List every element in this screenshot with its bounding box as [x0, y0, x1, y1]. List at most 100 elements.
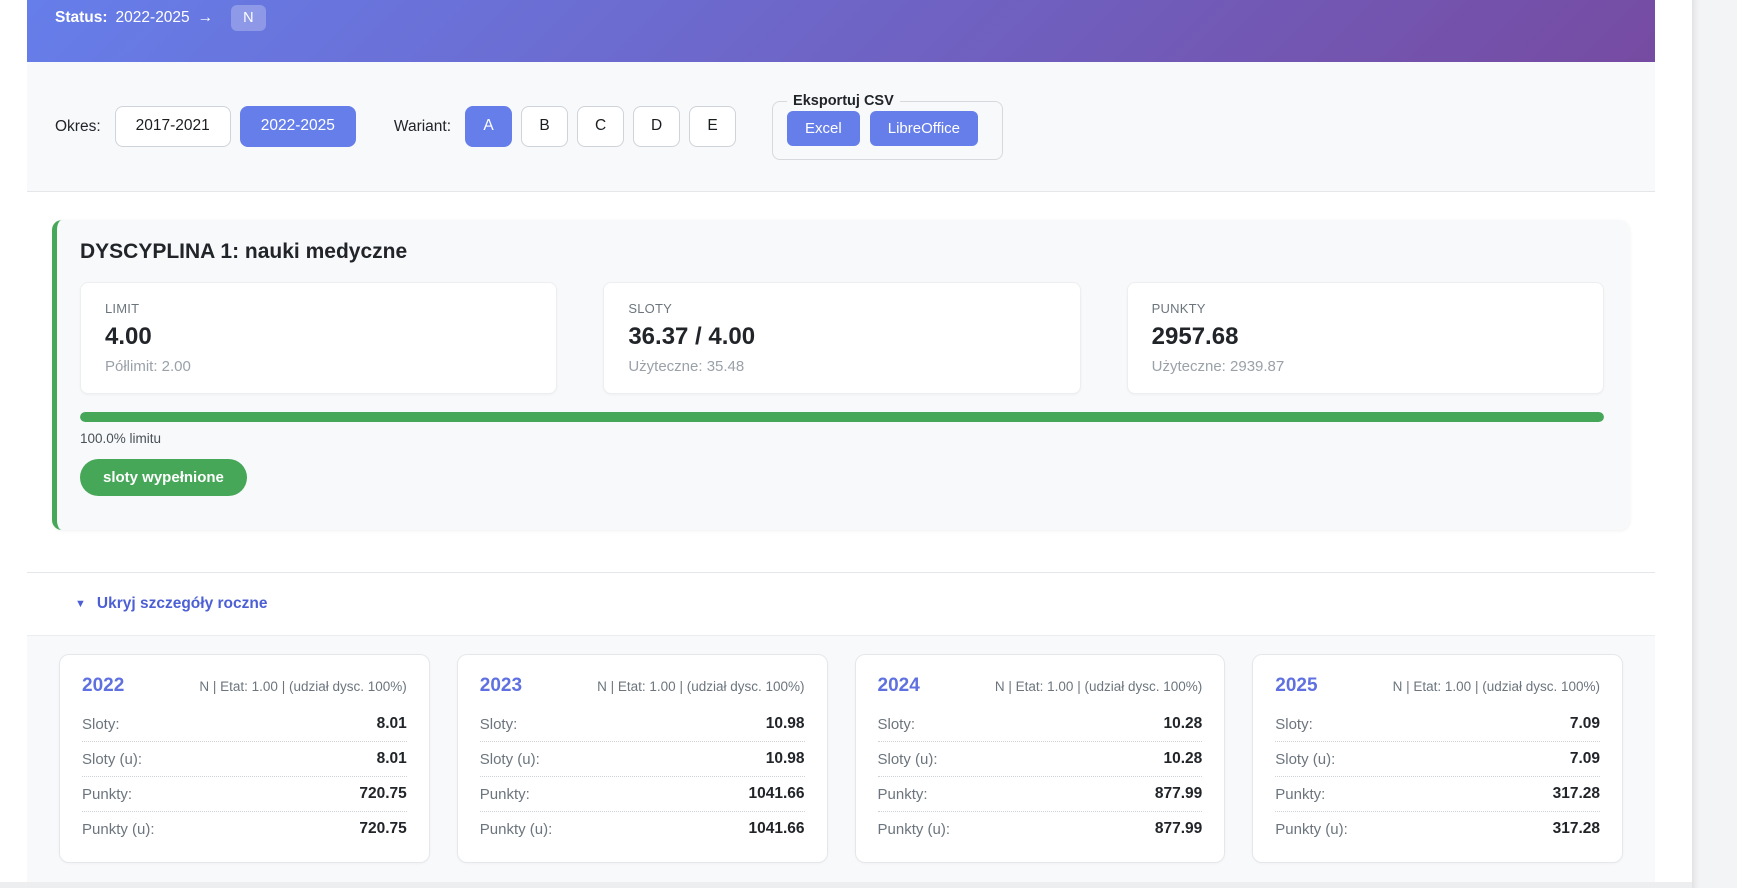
variant-button-a[interactable]: A [465, 106, 512, 147]
year-stat-row: Sloty:10.28 [878, 707, 1203, 742]
year-title: 2025 [1275, 675, 1317, 697]
filters-bar: Okres: 2017-20212022-2025 Wariant: ABCDE… [27, 62, 1655, 192]
stat-value: 4.00 [105, 323, 532, 351]
stat-sub: Użyteczne: 2939.87 [1152, 358, 1579, 375]
year-row-label: Sloty: [1275, 716, 1313, 733]
year-card-header: 2024 N | Etat: 1.00 | (udział dysc. 100%… [878, 667, 1203, 707]
stat-sub: Użyteczne: 35.48 [628, 358, 1055, 375]
year-row-label: Sloty (u): [1275, 751, 1335, 768]
year-row-value: 10.98 [766, 715, 805, 733]
year-row-label: Punkty: [82, 786, 132, 803]
year-row-value: 8.01 [377, 715, 407, 733]
year-stat-row: Punkty (u):720.75 [82, 812, 407, 846]
year-row-value: 317.28 [1553, 785, 1600, 803]
year-stat-row: Sloty (u):10.28 [878, 742, 1203, 777]
toggle-row: ▼ Ukryj szczegóły roczne [27, 572, 1655, 635]
yearly-details-section: 2022 N | Etat: 1.00 | (udział dysc. 100%… [27, 635, 1655, 882]
year-row-label: Sloty: [82, 716, 120, 733]
discipline-title: DYSCYPLINA 1: nauki medyczne [80, 240, 1604, 264]
year-card-2025: 2025 N | Etat: 1.00 | (udział dysc. 100%… [1252, 654, 1623, 863]
year-stat-row: Sloty (u): 7.09 [1275, 742, 1600, 777]
variant-button-e[interactable]: E [689, 106, 736, 147]
discipline-card: DYSCYPLINA 1: nauki medyczne LIMIT 4.00 … [52, 220, 1630, 530]
stat-card: PUNKTY 2957.68 Użyteczne: 2939.87 [1127, 282, 1604, 394]
export-libreoffice-button[interactable]: LibreOffice [870, 111, 978, 146]
year-meta: N | Etat: 1.00 | (udział dysc. 100%) [995, 679, 1202, 694]
year-row-value: 877.99 [1155, 785, 1202, 803]
year-stat-row: Sloty: 8.01 [82, 707, 407, 742]
main-container: Status: 2022-2025 → N Okres: 2017-202120… [27, 0, 1655, 882]
toggle-yearly-details-button[interactable]: ▼ Ukryj szczegóły roczne [75, 595, 267, 613]
year-row-label: Punkty (u): [480, 821, 553, 838]
year-row-value: 10.28 [1163, 750, 1202, 768]
year-title: 2022 [82, 675, 124, 697]
variant-button-b[interactable]: B [521, 106, 568, 147]
year-stat-row: Punkty: 317.28 [1275, 777, 1600, 812]
variant-button-c[interactable]: C [577, 106, 624, 147]
year-card-2022: 2022 N | Etat: 1.00 | (udział dysc. 100%… [59, 654, 430, 863]
stat-card: SLOTY 36.37 / 4.00 Użyteczne: 35.48 [603, 282, 1080, 394]
export-excel-button[interactable]: Excel [787, 111, 860, 146]
variant-group: ABCDE [465, 106, 736, 147]
year-stat-row: Sloty (u):8.01 [82, 742, 407, 777]
year-row-value: 317.28 [1553, 820, 1600, 838]
okres-label: Okres: [55, 118, 101, 136]
period-group: 2017-20212022-2025 [115, 106, 356, 147]
year-row-label: Punkty (u): [82, 821, 155, 838]
year-row-value: 10.28 [1163, 715, 1202, 733]
year-row-label: Punkty: [480, 786, 530, 803]
year-card-2023: 2023 N | Etat: 1.00 | (udział dysc. 100%… [457, 654, 828, 863]
progress-track [80, 412, 1604, 422]
year-stat-row: Punkty (u): 317.28 [1275, 812, 1600, 846]
year-row-label: Sloty (u): [480, 751, 540, 768]
period-button-2017-2021[interactable]: 2017-2021 [115, 106, 231, 147]
stat-value: 36.37 / 4.00 [628, 323, 1055, 351]
year-stat-row: Punkty (u):1041.66 [480, 812, 805, 846]
stat-sub: Półlimit: 2.00 [105, 358, 532, 375]
status-arrow-icon: → [198, 9, 214, 27]
year-row-value: 7.09 [1570, 715, 1600, 733]
discipline-section: DYSCYPLINA 1: nauki medyczne LIMIT 4.00 … [27, 192, 1655, 572]
year-row-label: Punkty (u): [1275, 821, 1348, 838]
period-button-2022-2025[interactable]: 2022-2025 [240, 106, 356, 147]
slots-filled-badge: sloty wypełnione [80, 459, 247, 496]
year-meta: N | Etat: 1.00 | (udział dysc. 100%) [597, 679, 804, 694]
progress-label: 100.0% limitu [80, 431, 1604, 446]
export-buttons: Excel LibreOffice [787, 111, 988, 146]
year-row-label: Punkty: [1275, 786, 1325, 803]
year-rows: Sloty: 8.01 Sloty (u):8.01 Punkty: 720.75 Pun… [82, 707, 407, 846]
year-row-value: 1041.66 [748, 785, 804, 803]
year-card-header: 2023 N | Etat: 1.00 | (udział dysc. 100%… [480, 667, 805, 707]
year-card-2024: 2024 N | Etat: 1.00 | (udział dysc. 100%… [855, 654, 1226, 863]
year-rows: Sloty: 10.98 Sloty (u): 10.98 Punkty: 1041.66… [480, 707, 805, 846]
page-bottom-edge [0, 882, 1737, 888]
stats-row: LIMIT 4.00 Półlimit: 2.00 SLOTY 36.37 / … [80, 282, 1604, 394]
year-stat-row: Punkty: 1041.66 [480, 777, 805, 812]
export-csv-legend: Eksportuj CSV [787, 93, 900, 109]
year-row-label: Punkty (u): [878, 821, 951, 838]
scrollbar-gutter[interactable] [1692, 0, 1737, 888]
year-row-label: Sloty (u): [82, 751, 142, 768]
variant-button-d[interactable]: D [633, 106, 680, 147]
year-row-label: Sloty: [480, 716, 518, 733]
year-row-value: 10.98 [766, 750, 805, 768]
year-stat-row: Punkty (u): 877.99 [878, 812, 1203, 846]
year-row-value: 7.09 [1570, 750, 1600, 768]
year-row-value: 877.99 [1155, 820, 1202, 838]
status-value: 2022-2025 [116, 9, 190, 27]
wariant-label: Wariant: [394, 118, 451, 136]
stat-label: LIMIT [105, 301, 532, 316]
year-title: 2024 [878, 675, 920, 697]
year-stat-row: Sloty: 7.09 [1275, 707, 1600, 742]
year-rows: Sloty:10.28Sloty (u):10.28Punkty:877.99P… [878, 707, 1203, 846]
year-meta: N | Etat: 1.00 | (udział dysc. 100%) [199, 679, 406, 694]
year-stat-row: Sloty (u): 10.98 [480, 742, 805, 777]
stat-label: SLOTY [628, 301, 1055, 316]
year-card-header: 2025 N | Etat: 1.00 | (udział dysc. 100%… [1275, 667, 1600, 707]
year-stat-row: Punkty:877.99 [878, 777, 1203, 812]
toggle-label: Ukryj szczegóły roczne [97, 595, 268, 613]
status-label: Status: [55, 9, 108, 27]
stat-card: LIMIT 4.00 Półlimit: 2.00 [80, 282, 557, 394]
export-csv-fieldset: Eksportuj CSV Excel LibreOffice [772, 93, 1003, 160]
year-row-value: 720.75 [359, 785, 406, 803]
